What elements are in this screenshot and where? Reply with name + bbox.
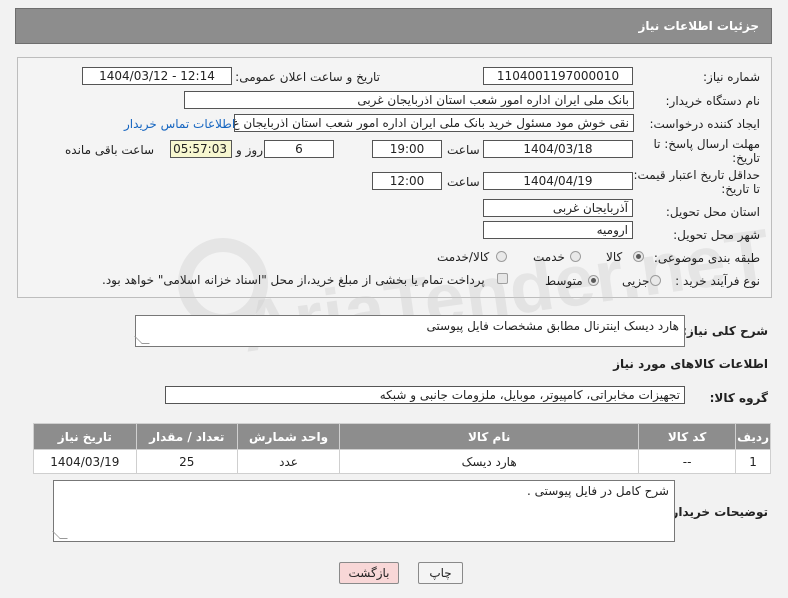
goods-group-field: تجهیزات مخابراتی، کامپیوتر، موبایل، ملزو…	[165, 386, 685, 404]
deadline-time-field: 19:00	[372, 140, 442, 158]
requester-field: نقی خوش مود مسئول خرید بانک ملی ایران اد…	[234, 114, 634, 132]
delivery-city-label: شهر محل تحویل:	[673, 228, 760, 242]
need-number-field: 1104001197000010	[483, 67, 633, 85]
cell-unit: عدد	[236, 449, 341, 474]
treasury-payment-checkbox[interactable]	[497, 273, 508, 284]
col-row-number-header: ردیف	[735, 423, 771, 450]
resize-grip-icon[interactable]	[134, 336, 150, 344]
process-option-medium: متوسط	[545, 274, 583, 288]
cell-need-date: 1404/03/19	[33, 449, 137, 474]
cell-item-name: هارد دیسک	[339, 449, 640, 474]
deadline-label-line1: مهلت ارسال پاسخ: تا	[653, 137, 760, 151]
requester-label: ایجاد کننده درخواست:	[649, 117, 760, 131]
cell-row-number: 1	[735, 449, 771, 474]
buyer-contact-link[interactable]: اطلاعات تماس خریدار	[124, 117, 235, 131]
goods-table: ردیف کد کالا نام کالا واحد شمارش تعداد /…	[33, 423, 771, 474]
need-description-label: شرح کلی نیاز:	[682, 324, 768, 338]
col-need-date-header: تاریخ نیاز	[33, 423, 137, 450]
process-radio-medium[interactable]	[588, 275, 599, 286]
buyer-notes-label: توضیحات خریدار:	[666, 505, 768, 519]
delivery-province-label: استان محل تحویل:	[665, 205, 760, 219]
days-label: روز و	[236, 143, 263, 157]
remaining-time-field: 05:57:03	[170, 140, 232, 158]
page-title: جزئیات اطلاعات نیاز	[638, 19, 759, 33]
goods-group-label: گروه کالا:	[709, 391, 768, 405]
validity-date-field: 1404/04/19	[483, 172, 633, 190]
delivery-province-field: آذربایجان غربی	[483, 199, 633, 217]
need-description-text: هارد دیسک اینترنال مطابق مشخصات فایل پیو…	[426, 319, 679, 333]
validity-label-line2: تا تاریخ:	[721, 182, 760, 196]
back-button[interactable]: بازگشت	[339, 562, 399, 584]
goods-section-title: اطلاعات کالاهای مورد نیاز	[613, 357, 768, 371]
treasury-payment-note: پرداخت تمام یا بخشی از مبلغ خرید،از محل …	[102, 273, 485, 287]
resize-grip-icon[interactable]	[52, 531, 68, 539]
table-row: 1 -- هارد دیسک عدد 25 1404/03/19	[33, 449, 771, 474]
col-unit-header: واحد شمارش	[236, 423, 341, 450]
announce-datetime-label: تاریخ و ساعت اعلان عمومی:	[235, 70, 380, 84]
process-radio-minor[interactable]	[650, 275, 661, 286]
deadline-time-label: ساعت	[447, 143, 480, 157]
process-type-label: نوع فرآیند خرید :	[675, 274, 760, 288]
cell-quantity: 25	[135, 449, 238, 474]
buyer-notes-textarea[interactable]: شرح کامل در فایل پیوستی .	[52, 480, 675, 542]
category-label: طبقه بندی موضوعی:	[653, 251, 760, 265]
need-number-label: شماره نیاز:	[703, 70, 760, 84]
buyer-org-field: بانک ملی ایران اداره امور شعب استان اذرب…	[184, 91, 634, 109]
category-option-service: خدمت	[533, 250, 565, 264]
validity-time-label: ساعت	[447, 175, 480, 189]
days-remaining-field: 6	[264, 140, 334, 158]
validity-time-field: 12:00	[372, 172, 442, 190]
cell-item-code: --	[638, 449, 737, 474]
category-radio-service[interactable]	[570, 251, 581, 262]
delivery-city-field: ارومیه	[483, 221, 633, 239]
deadline-date-field: 1404/03/18	[483, 140, 633, 158]
print-button[interactable]: چاپ	[418, 562, 463, 584]
remaining-time-label: ساعت باقی مانده	[65, 143, 155, 157]
goods-table-header-row: ردیف کد کالا نام کالا واحد شمارش تعداد /…	[33, 423, 771, 450]
deadline-label-line2: تاریخ:	[732, 151, 760, 165]
announce-datetime-field: 1404/03/12 - 12:14	[82, 67, 232, 85]
category-option-goods: کالا	[606, 250, 623, 264]
page-header: جزئیات اطلاعات نیاز	[15, 8, 772, 44]
need-description-textarea[interactable]: هارد دیسک اینترنال مطابق مشخصات فایل پیو…	[134, 315, 685, 347]
process-option-minor: جزیی	[622, 274, 650, 288]
buyer-notes-text: شرح کامل در فایل پیوستی .	[527, 484, 669, 498]
validity-label-line1: حداقل تاریخ اعتبار قیمت:	[633, 168, 760, 182]
buyer-org-label: نام دستگاه خریدار:	[665, 94, 761, 108]
col-quantity-header: تعداد / مقدار	[135, 423, 238, 450]
col-item-code-header: کد کالا	[638, 423, 737, 450]
category-radio-goods[interactable]	[633, 251, 644, 262]
col-item-name-header: نام کالا	[339, 423, 640, 450]
category-option-goods-service: کالا/خدمت	[437, 250, 490, 264]
category-radio-goods-service[interactable]	[496, 251, 507, 262]
